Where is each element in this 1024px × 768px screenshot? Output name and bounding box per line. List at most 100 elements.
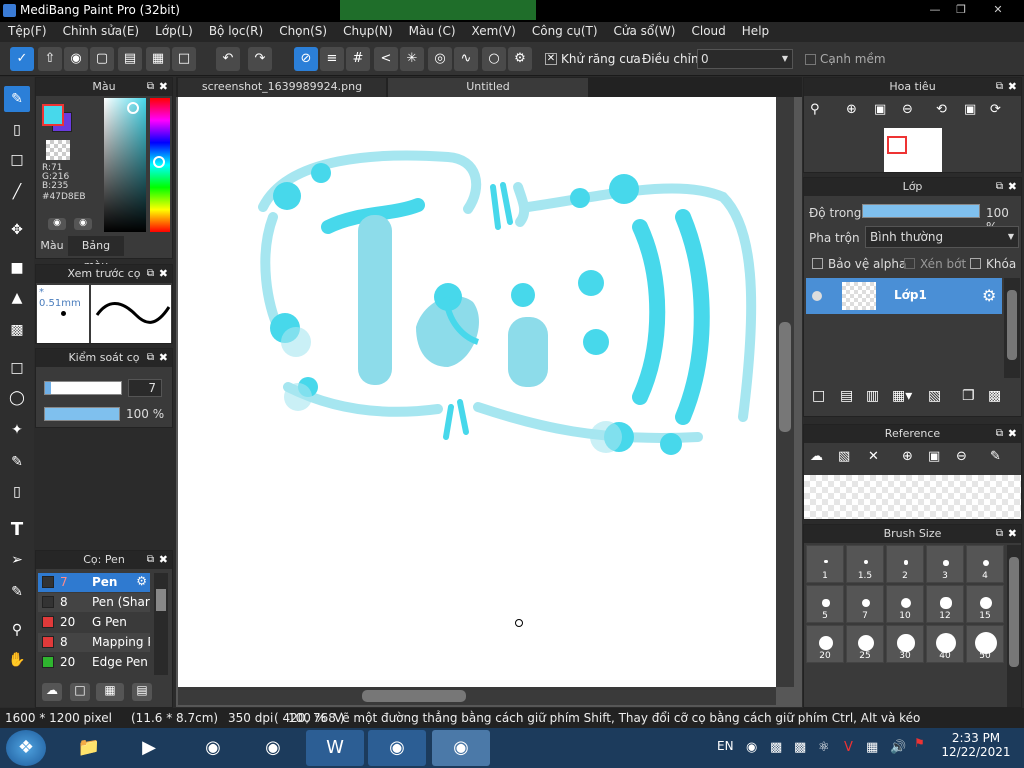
remove-color-icon[interactable]: ◉ (74, 218, 92, 230)
zoom-app-icon[interactable]: ◉ (368, 730, 426, 766)
layer-gear-icon[interactable]: ⚙ (982, 286, 996, 305)
tray-icon[interactable]: ▩ (794, 740, 806, 755)
word-icon[interactable]: W (306, 730, 364, 766)
brush-item-edge-pen[interactable]: 20 Edge Pen (38, 653, 150, 672)
close-button[interactable]: ✕ (976, 1, 1020, 19)
close-icon[interactable]: ✖ (159, 349, 168, 367)
menu-edit[interactable]: Chỉnh sửa(E) (55, 22, 148, 40)
bucket-tool-icon[interactable]: ▲ (4, 285, 30, 311)
brush-item-mapping-pen[interactable]: 8 Mapping Pen (38, 633, 150, 652)
medibang-icon[interactable]: ◉ (432, 730, 490, 766)
folder-icon[interactable]: ▧ (928, 388, 941, 404)
gear-icon[interactable]: ⚙ (136, 574, 147, 588)
network-icon[interactable]: ▩ (770, 740, 782, 755)
view-rect[interactable] (887, 136, 907, 154)
menu-file[interactable]: Tệp(F) (0, 22, 55, 40)
close-reference-icon[interactable]: ✕ (868, 449, 879, 464)
grid-snap-icon[interactable]: # (346, 47, 370, 71)
share-icon[interactable]: ⇧ (38, 47, 62, 71)
popout-icon[interactable]: ⧉ (996, 78, 1003, 96)
rotate-left-icon[interactable]: ⟲ (936, 102, 947, 117)
zoom-in-icon[interactable]: ⊕ (846, 102, 857, 117)
vanish-snap-icon[interactable]: < (374, 47, 398, 71)
cloud-download-icon[interactable]: ☁ (810, 449, 823, 464)
navigator-thumbnail[interactable] (884, 128, 942, 172)
select-pen-tool-icon[interactable]: ✎ (4, 449, 30, 475)
add-brush-icon[interactable]: □ (70, 683, 90, 701)
fit-icon[interactable]: ▣ (928, 449, 940, 464)
vertical-scrollbar[interactable] (776, 97, 794, 687)
brush-settings-icon[interactable]: ▤ (132, 683, 152, 701)
menu-cloud[interactable]: Cloud (684, 22, 734, 40)
reference-canvas[interactable] (804, 475, 1021, 519)
brush-size-scrollbar[interactable] (1007, 545, 1021, 707)
tab-screenshot[interactable]: screenshot_1639989924.png (178, 78, 386, 97)
brush-list-scrollbar[interactable] (154, 573, 168, 675)
brush-size-cell[interactable]: 40 (926, 625, 964, 663)
snap-settings-icon[interactable]: ⚙ (508, 47, 532, 71)
connect-icon[interactable]: ⚛ (818, 740, 830, 755)
start-button[interactable]: ❖ (6, 730, 46, 766)
new-layer-icon[interactable]: □ (812, 388, 825, 404)
new-halftone-layer-icon[interactable]: ▤ (840, 388, 853, 404)
media-player-icon[interactable]: ▶ (120, 730, 178, 766)
app-icon-green[interactable]: ◉ (184, 730, 242, 766)
brush-size-cell[interactable]: 2 (886, 545, 924, 583)
snap-off-icon[interactable]: ⊘ (294, 47, 318, 71)
lock-checkbox[interactable] (970, 258, 981, 269)
menu-window[interactable]: Cửa sổ(W) (606, 22, 684, 40)
flag-icon[interactable]: ⚑ (914, 736, 928, 750)
flip-icon[interactable]: ▣ (964, 102, 976, 117)
chat-icon[interactable]: ▢ (90, 47, 114, 71)
horizontal-scroll-thumb[interactable] (362, 690, 466, 702)
brush-tool-icon[interactable]: ✎ (4, 86, 30, 112)
grid-list-icon[interactable]: ▦ (146, 47, 170, 71)
circle-snap-icon[interactable]: ○ (482, 47, 506, 71)
duplicate-layer-icon[interactable]: ❐ (962, 388, 975, 404)
brush-size-cell[interactable]: 1 (806, 545, 844, 583)
brush-size-cell[interactable]: 7 (846, 585, 884, 623)
fit-window-icon[interactable]: ▣ (874, 102, 886, 117)
popout-icon[interactable]: ⧉ (147, 349, 154, 367)
antivirus-icon[interactable]: V (844, 740, 853, 755)
brush-size-cell[interactable]: 25 (846, 625, 884, 663)
select-eraser-tool-icon[interactable]: ▯ (4, 479, 30, 505)
volume-icon[interactable]: 🔊 (890, 740, 906, 755)
restore-button[interactable]: ❐ (948, 1, 974, 19)
redo-icon[interactable]: ↷ (248, 47, 272, 71)
tab-palette[interactable]: Bảng màu (68, 236, 124, 272)
close-icon[interactable]: ✖ (1008, 525, 1017, 543)
vertical-scroll-thumb[interactable] (779, 322, 791, 432)
menu-help[interactable]: Help (734, 22, 777, 40)
popout-icon[interactable]: ⧉ (996, 425, 1003, 443)
zoom-in-icon[interactable]: ⊕ (902, 449, 913, 464)
brush-item-pen[interactable]: 7 Pen ⚙ (38, 573, 150, 592)
add-color-icon[interactable]: ◉ (48, 218, 66, 230)
brush-size-cell[interactable]: 10 (886, 585, 924, 623)
select-rect-tool-icon[interactable]: □ (4, 355, 30, 381)
move-tool-icon[interactable]: ✥ (4, 217, 30, 243)
document-icon[interactable]: ▤ (118, 47, 142, 71)
gradient-tool-icon[interactable]: ▩ (4, 317, 30, 343)
tab-color[interactable]: Màu (36, 236, 68, 256)
operation-tool-icon[interactable]: ➢ (4, 547, 30, 573)
undo-icon[interactable]: ↶ (216, 47, 240, 71)
popout-icon[interactable]: ⧉ (147, 78, 154, 96)
antialias-checkbox[interactable]: ✕ (545, 53, 557, 65)
brush-size-cell[interactable]: 12 (926, 585, 964, 623)
saturation-value-picker[interactable] (104, 98, 146, 232)
brush-size-cell[interactable]: 20 (806, 625, 844, 663)
protect-alpha-checkbox[interactable] (812, 258, 823, 269)
brush-size-cell[interactable]: 5 (806, 585, 844, 623)
eyedropper-icon[interactable]: ✎ (990, 449, 1001, 464)
brush-size-cell[interactable]: 50 (966, 625, 1004, 663)
brush-item-pen-sharp[interactable]: 8 Pen (Sharp) (38, 593, 150, 612)
brush-opacity-slider[interactable] (44, 407, 120, 421)
minimize-button[interactable]: — (922, 1, 948, 19)
cloud-save-icon[interactable]: ✓ (10, 47, 34, 71)
brush-size-slider[interactable] (44, 381, 122, 395)
soft-edge-checkbox[interactable] (805, 54, 816, 65)
popout-icon[interactable]: ⧉ (996, 178, 1003, 196)
chrome-icon[interactable]: ◉ (244, 730, 302, 766)
drawing-canvas[interactable] (178, 97, 776, 687)
